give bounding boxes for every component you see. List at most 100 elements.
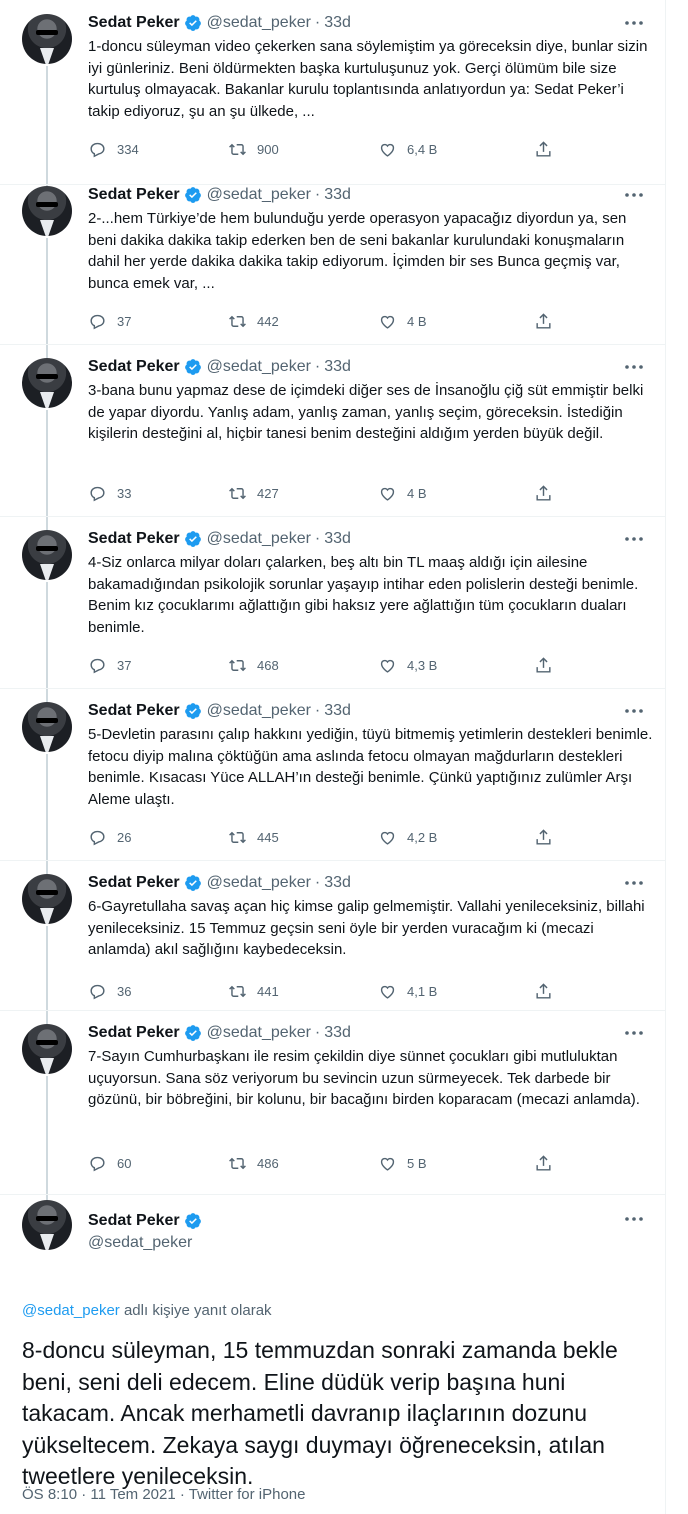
- retweet-icon: [229, 1157, 246, 1170]
- main-tweet-header: Sedat Peker @sedat_peker: [88, 1210, 207, 1252]
- author-handle[interactable]: @sedat_peker: [207, 530, 311, 548]
- share-button[interactable]: [534, 484, 563, 503]
- share-button[interactable]: [534, 1154, 563, 1173]
- replying-to-link[interactable]: @sedat_peker: [22, 1302, 120, 1319]
- tweet-time[interactable]: 33d: [324, 874, 351, 892]
- share-icon: [536, 983, 551, 999]
- author-handle[interactable]: @sedat_peker: [207, 1024, 311, 1042]
- retweet-button[interactable]: 486: [228, 1154, 279, 1173]
- avatar[interactable]: [22, 14, 72, 64]
- retweet-count: 445: [257, 830, 279, 845]
- heart-icon: [380, 315, 395, 329]
- like-button[interactable]: 4,1 B: [378, 982, 437, 1001]
- share-button[interactable]: [534, 828, 563, 847]
- share-icon: [536, 1155, 551, 1171]
- avatar[interactable]: [22, 702, 72, 752]
- retweet-button[interactable]: 900: [228, 140, 279, 159]
- tweet[interactable]: Sedat Peker @sedat_peker · 33d 3-bana bu…: [0, 344, 665, 517]
- like-button[interactable]: 5 B: [378, 1154, 427, 1173]
- author-name[interactable]: Sedat Peker: [88, 358, 180, 376]
- author-handle[interactable]: @sedat_peker: [207, 186, 311, 204]
- more-icon[interactable]: [622, 16, 646, 30]
- retweet-icon: [229, 487, 246, 500]
- reply-count: 60: [117, 1156, 132, 1171]
- reply-button[interactable]: 26: [88, 828, 131, 847]
- tweet[interactable]: Sedat Peker @sedat_peker · 33d 5-Devleti…: [0, 688, 665, 861]
- avatar[interactable]: [22, 358, 72, 408]
- more-icon[interactable]: [622, 360, 646, 374]
- author-handle[interactable]: @sedat_peker: [207, 702, 311, 720]
- author-handle[interactable]: @sedat_peker: [207, 874, 311, 892]
- tweet-time[interactable]: 33d: [324, 702, 351, 720]
- tweet-time[interactable]: 33d: [324, 358, 351, 376]
- tweet[interactable]: Sedat Peker @sedat_peker · 33d 6-Gayretu…: [0, 860, 665, 1011]
- reply-icon: [90, 830, 105, 846]
- avatar[interactable]: [22, 530, 72, 580]
- like-count: 6,4 B: [407, 142, 438, 157]
- share-button[interactable]: [534, 656, 563, 675]
- heart-icon: [380, 143, 395, 157]
- more-icon[interactable]: [622, 1026, 646, 1040]
- retweet-button[interactable]: 445: [228, 828, 279, 847]
- tweet-header: Sedat Peker @sedat_peker · 33d: [88, 186, 351, 204]
- like-button[interactable]: 4 B: [378, 312, 427, 331]
- reply-button[interactable]: 36: [88, 982, 131, 1001]
- retweet-count: 468: [257, 658, 279, 673]
- tweet-time[interactable]: 33d: [324, 530, 351, 548]
- author-name[interactable]: Sedat Peker: [88, 1212, 180, 1230]
- share-button[interactable]: [534, 312, 563, 331]
- reply-button[interactable]: 60: [88, 1154, 131, 1173]
- heart-icon: [380, 659, 395, 673]
- more-icon[interactable]: [622, 188, 646, 202]
- retweet-count: 486: [257, 1156, 279, 1171]
- author-handle[interactable]: @sedat_peker: [207, 14, 311, 32]
- replying-to: @sedat_peker adlı kişiye yanıt olarak: [22, 1302, 272, 1319]
- tweet-actions: 26 445 4,2 B: [82, 828, 562, 852]
- like-button[interactable]: 6,4 B: [378, 140, 437, 159]
- more-icon[interactable]: [622, 704, 646, 718]
- avatar[interactable]: [22, 874, 72, 924]
- more-icon[interactable]: [622, 532, 646, 546]
- avatar[interactable]: [22, 1024, 72, 1074]
- tweet-time[interactable]: 33d: [324, 186, 351, 204]
- like-count: 4 B: [407, 486, 427, 501]
- avatar[interactable]: [22, 186, 72, 236]
- tweet-time[interactable]: 33d: [324, 1024, 351, 1042]
- retweet-icon: [229, 831, 246, 844]
- reply-count: 36: [117, 984, 132, 999]
- author-name[interactable]: Sedat Peker: [88, 14, 180, 32]
- like-button[interactable]: 4,2 B: [378, 828, 437, 847]
- author-name[interactable]: Sedat Peker: [88, 186, 180, 204]
- more-icon[interactable]: [622, 1212, 646, 1226]
- reply-button[interactable]: 33: [88, 484, 131, 503]
- retweet-button[interactable]: 442: [228, 312, 279, 331]
- tweet[interactable]: Sedat Peker @sedat_peker · 33d 1-doncu s…: [0, 0, 665, 185]
- tweet[interactable]: Sedat Peker @sedat_peker · 33d 2-...hem …: [0, 172, 665, 345]
- retweet-button[interactable]: 427: [228, 484, 279, 503]
- author-name[interactable]: Sedat Peker: [88, 1024, 180, 1042]
- reply-button[interactable]: 37: [88, 656, 131, 675]
- reply-button[interactable]: 334: [88, 140, 139, 159]
- tweet-time[interactable]: 33d: [324, 14, 351, 32]
- tweet-timestamp[interactable]: ÖS 8:10 · 11 Tem 2021 · Twitter for iPho…: [22, 1486, 305, 1503]
- tweet[interactable]: Sedat Peker @sedat_peker · 33d 4-Siz onl…: [0, 516, 665, 689]
- author-name[interactable]: Sedat Peker: [88, 530, 180, 548]
- like-button[interactable]: 4,3 B: [378, 656, 437, 675]
- retweet-button[interactable]: 468: [228, 656, 279, 675]
- author-name[interactable]: Sedat Peker: [88, 874, 180, 892]
- like-button[interactable]: 4 B: [378, 484, 427, 503]
- author-handle[interactable]: @sedat_peker: [88, 1234, 207, 1252]
- share-button[interactable]: [534, 140, 563, 159]
- more-icon[interactable]: [622, 876, 646, 890]
- author-handle[interactable]: @sedat_peker: [207, 358, 311, 376]
- verified-badge-icon: [184, 187, 201, 203]
- heart-icon: [380, 831, 395, 845]
- like-count: 5 B: [407, 1156, 427, 1171]
- retweet-button[interactable]: 441: [228, 982, 279, 1001]
- reply-icon: [90, 984, 105, 1000]
- reply-button[interactable]: 37: [88, 312, 131, 331]
- avatar[interactable]: [22, 1200, 72, 1250]
- author-name[interactable]: Sedat Peker: [88, 702, 180, 720]
- tweet[interactable]: Sedat Peker @sedat_peker · 33d 7-Sayın C…: [0, 1010, 665, 1195]
- share-button[interactable]: [534, 982, 563, 1001]
